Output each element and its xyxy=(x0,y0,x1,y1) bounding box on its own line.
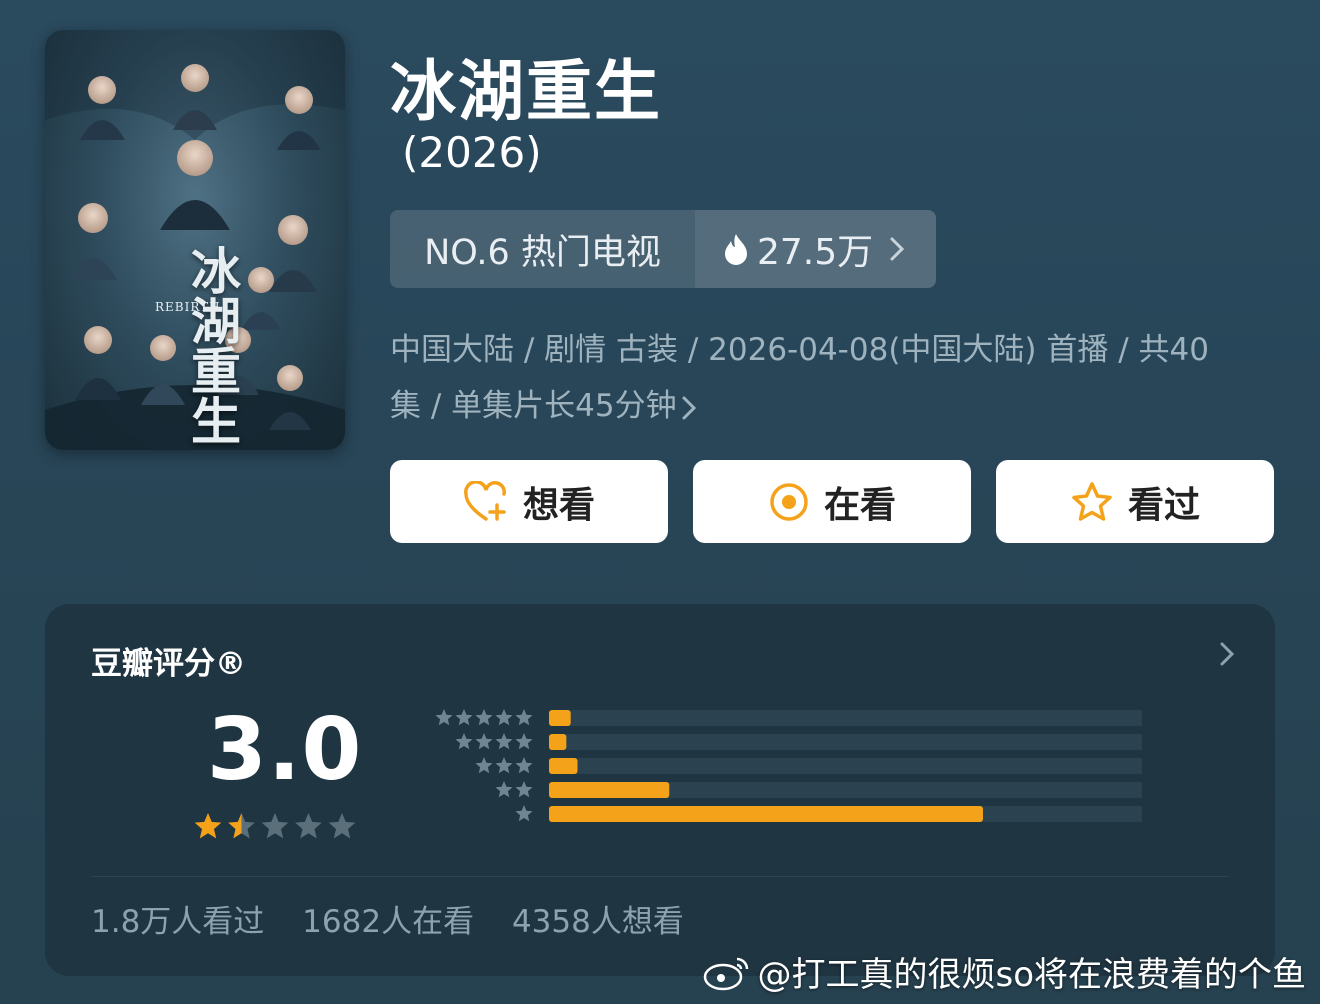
watching-label: 在看 xyxy=(823,484,896,526)
heat-count: 27.5万 xyxy=(757,232,874,273)
metadata-line-2: 集 / 单集片长45分钟 xyxy=(390,388,677,424)
heat-button[interactable]: 27.5万 xyxy=(695,210,936,288)
distribution-star xyxy=(495,781,513,798)
distribution-track-5-star xyxy=(549,710,1142,726)
distribution-star xyxy=(495,757,513,774)
rating-distribution-chart xyxy=(435,709,1142,822)
want-to-watch-label: 想看 xyxy=(522,484,595,526)
distribution-bar-5-star xyxy=(549,710,571,726)
distribution-star xyxy=(515,709,533,726)
distribution-star xyxy=(515,781,533,798)
distribution-star xyxy=(515,733,533,750)
watched-label: 看过 xyxy=(1127,484,1200,526)
distribution-star xyxy=(515,805,533,822)
rating-star-1 xyxy=(194,813,222,839)
distribution-track-3-star xyxy=(549,758,1142,774)
watched-count: 1.8万人看过 xyxy=(91,904,265,940)
douban-rating-card[interactable]: 豆瓣评分® 3.0 1.8万人看过 1682人在看 4358人想看 xyxy=(45,604,1275,976)
show-metadata[interactable]: 中国大陆 / 剧情 古装 / 2026-04-08(中国大陆) 首播 / 共40… xyxy=(390,322,1270,434)
distribution-star xyxy=(495,733,513,750)
distribution-star xyxy=(475,757,493,774)
target-icon xyxy=(770,482,808,521)
poster-image[interactable]: 冰湖重生 REBIRTH xyxy=(45,30,345,450)
page-title: 冰湖重生 xyxy=(390,53,662,130)
distribution-bar-1-star xyxy=(549,806,983,822)
distribution-star xyxy=(475,709,493,726)
poster-title-art: 冰湖重生 xyxy=(183,245,242,445)
audience-stats: 1.8万人看过 1682人在看 4358人想看 xyxy=(91,896,712,941)
distribution-bar-3-star xyxy=(549,758,578,774)
weibo-watermark: @打工真的很烦so将在浪费着的个鱼 xyxy=(703,947,1306,996)
watching-count: 1682人在看 xyxy=(302,904,475,940)
rating-star-5 xyxy=(328,813,356,839)
distribution-star xyxy=(435,709,453,726)
distribution-track-4-star xyxy=(549,734,1142,750)
chevron-right-icon[interactable] xyxy=(1219,640,1235,668)
distribution-star xyxy=(455,733,473,750)
want-to-watch-button[interactable]: 想看 xyxy=(390,460,668,543)
metadata-line-1: 中国大陆 / 剧情 古装 / 2026-04-08(中国大陆) 首播 / 共40 xyxy=(390,332,1209,368)
flame-icon xyxy=(725,234,747,265)
distribution-star xyxy=(475,733,493,750)
rating-score: 3.0 xyxy=(207,700,363,800)
distribution-bar-4-star xyxy=(549,734,567,750)
rating-star-4 xyxy=(295,813,322,839)
ranking-bar[interactable]: NO.6 热门电视 27.5万 xyxy=(390,210,936,288)
watermark-text: @打工真的很烦so将在浪费着的个鱼 xyxy=(757,955,1306,995)
release-year: (2026) xyxy=(402,128,542,177)
want-count: 4358人想看 xyxy=(511,904,684,940)
watched-button[interactable]: 看过 xyxy=(996,460,1274,543)
distribution-star xyxy=(455,709,473,726)
distribution-bar-2-star xyxy=(549,782,670,798)
poster-subtitle: REBIRTH xyxy=(155,300,221,314)
rank-label: NO.6 热门电视 xyxy=(424,232,661,273)
rating-title: 豆瓣评分® xyxy=(91,646,246,682)
weibo-logo-icon xyxy=(704,957,749,990)
heart-plus-icon xyxy=(464,480,506,521)
rating-star-2 xyxy=(228,813,255,839)
metadata-line-2-row: 集 / 单集片长45分钟 xyxy=(390,378,1270,434)
distribution-star xyxy=(515,757,533,774)
divider xyxy=(91,876,1229,877)
watching-button[interactable]: 在看 xyxy=(693,460,971,543)
chevron-right-icon xyxy=(890,237,905,261)
star-outline-icon xyxy=(1072,481,1112,521)
rating-star-3 xyxy=(261,813,289,839)
rating-stars xyxy=(194,813,356,839)
chevron-right-icon xyxy=(682,396,696,419)
distribution-star xyxy=(495,709,513,726)
